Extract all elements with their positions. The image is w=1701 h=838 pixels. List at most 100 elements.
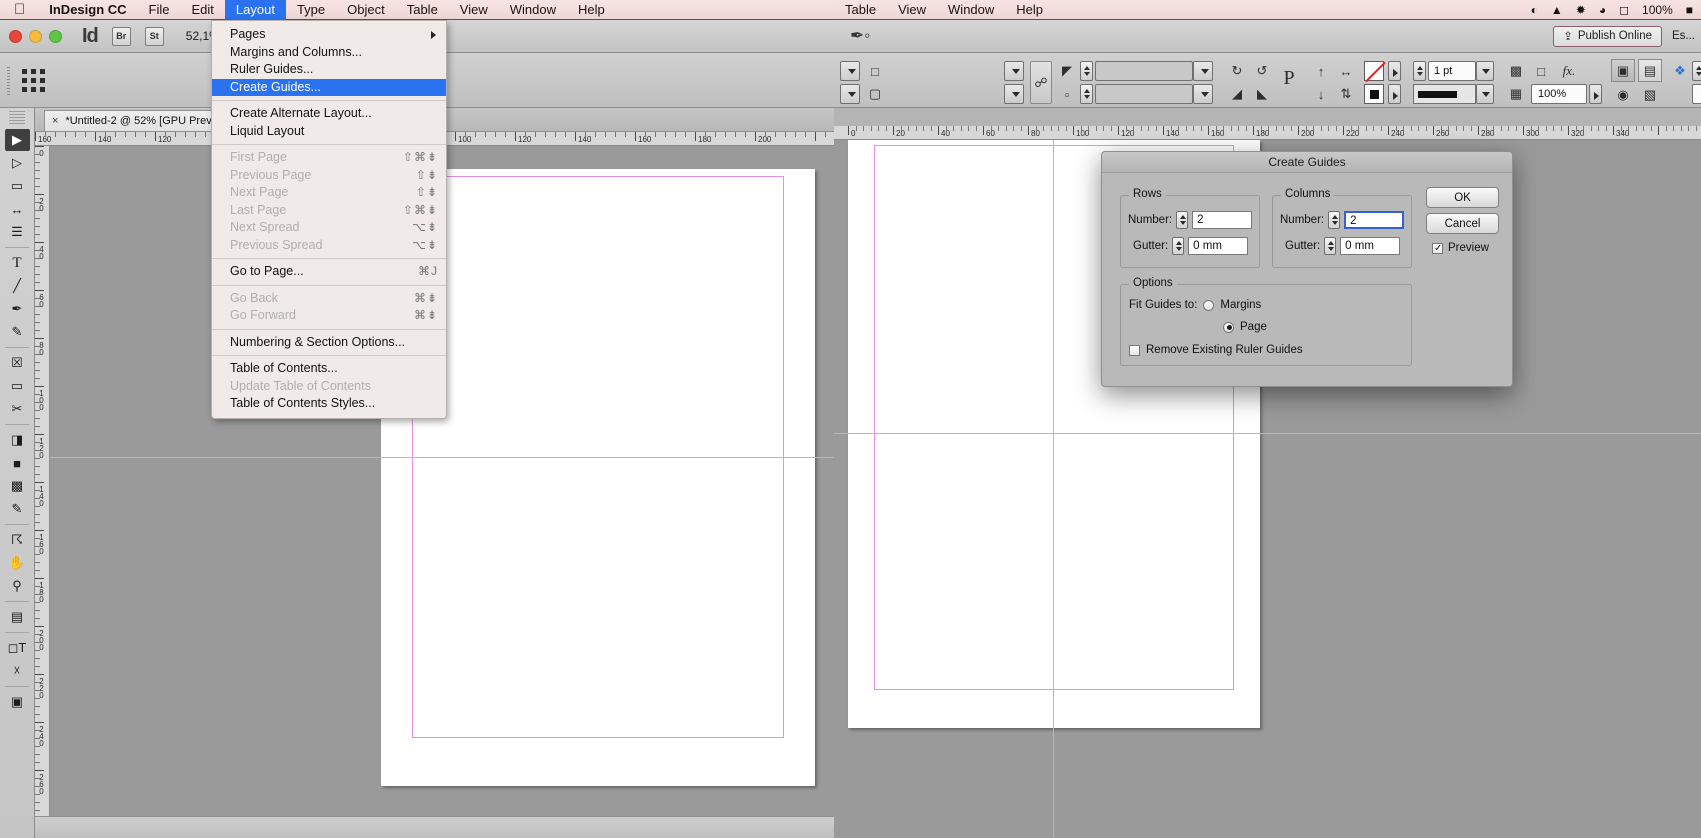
flip-v-icon-right[interactable]: ◣	[1252, 84, 1272, 104]
columns-gutter-input[interactable]: 0 mm	[1340, 237, 1401, 255]
tool-direct-selection[interactable]: ▷	[5, 152, 30, 174]
select-container-icon[interactable]: ❖	[1670, 61, 1690, 81]
create-guides-dialog[interactable]: Create Guides Rows Number: 2 Gutter: 0 m…	[1101, 151, 1513, 387]
tool-frame[interactable]: ☒	[5, 352, 30, 374]
bluetooth-icon[interactable]: ✹	[1576, 3, 1586, 17]
menubar-layout[interactable]: Layout	[224, 0, 286, 20]
preview-row[interactable]: ✓ Preview	[1432, 242, 1489, 254]
menu-item-margins-and-columns[interactable]: Margins and Columns...	[212, 44, 446, 62]
tool-pen[interactable]: ✒	[5, 298, 30, 320]
secondary-field[interactable]	[1692, 84, 1701, 104]
rotate-field[interactable]	[1095, 61, 1193, 81]
tool-gradient-swatch[interactable]: ■	[5, 452, 30, 474]
reference-point-proxy[interactable]	[22, 69, 50, 97]
rows-number-stepper[interactable]	[1176, 211, 1189, 229]
opacity-field[interactable]: 100%	[1531, 84, 1587, 104]
menu-item-table-of-contents-styles[interactable]: Table of Contents Styles...	[212, 395, 446, 413]
fill-dropdown-right[interactable]	[1388, 84, 1401, 104]
rotate-ccw-icon-right[interactable]: ↻	[1227, 61, 1247, 81]
menu-item-liquid-layout[interactable]: Liquid Layout	[212, 123, 446, 141]
menu-item-ruler-guides[interactable]: Ruler Guides...	[212, 61, 446, 79]
shear-dropdown-1[interactable]	[1004, 61, 1024, 81]
stroke-style-preview-right[interactable]	[1413, 84, 1476, 104]
close-tab-icon[interactable]: ×	[52, 115, 58, 127]
publish-online-button[interactable]: ⇪ Publish Online	[1553, 25, 1662, 47]
bridge-button[interactable]: Br	[111, 26, 131, 46]
ruler-guide-horizontal-left[interactable]	[50, 457, 834, 458]
menubar2-help[interactable]: Help	[1005, 0, 1054, 20]
menu-item-create-guides[interactable]: Create Guides...	[212, 78, 446, 96]
ruler-guide-horizontal-right[interactable]	[834, 433, 1701, 434]
menu-item-pages[interactable]: Pages	[212, 26, 446, 44]
tool-hand[interactable]: ✋	[5, 552, 30, 574]
tool-page[interactable]: ▭	[5, 175, 30, 197]
rows-gutter-stepper[interactable]	[1172, 237, 1185, 255]
align-top-icon-right[interactable]: ↑	[1312, 61, 1330, 81]
workspace-switcher[interactable]: Es...	[1672, 30, 1695, 42]
columns-gutter-stepper[interactable]	[1324, 237, 1337, 255]
text-wrap-icon-1[interactable]: ▣	[1611, 59, 1635, 82]
opacity-dropdown[interactable]	[1589, 84, 1602, 104]
menubar-help[interactable]: Help	[567, 0, 616, 20]
align-bottom-icon-right[interactable]: ↓	[1312, 84, 1330, 104]
text-wrap-icon-3[interactable]: ◉	[1611, 84, 1635, 105]
menubar2-table[interactable]: Table	[834, 0, 887, 20]
drive-icon[interactable]: ▲	[1551, 3, 1563, 17]
tool-rectangle[interactable]: ▭	[5, 375, 30, 397]
airplay-icon[interactable]: ◻	[1619, 3, 1629, 17]
tool-content-collector[interactable]: ☰	[5, 221, 30, 243]
maximize-window-button[interactable]	[49, 29, 62, 43]
shear-dropdown-2[interactable]	[1004, 84, 1024, 104]
corner-options-icon[interactable]: □	[866, 61, 884, 81]
tool-line[interactable]: ╱	[5, 275, 30, 297]
r-dropdown-1[interactable]	[840, 61, 860, 81]
stroke-none-swatch-right[interactable]	[1364, 61, 1384, 81]
drop-shadow-icon[interactable]: □	[1531, 61, 1551, 81]
text-wrap-icon-4[interactable]: ▧	[1638, 84, 1662, 105]
menubar-app-name[interactable]: InDesign CC	[38, 0, 137, 20]
tool-zoom[interactable]: ⚲	[5, 575, 30, 597]
creative-cloud-icon[interactable]: ◐	[1531, 3, 1538, 17]
menu-item-numbering-section-options[interactable]: Numbering & Section Options...	[212, 334, 446, 352]
toolbox-drag-handle[interactable]	[9, 111, 25, 125]
tool-gap[interactable]: ↔	[5, 198, 30, 220]
stock-button[interactable]: St	[144, 26, 164, 46]
effects-icon[interactable]: ▩	[1506, 61, 1526, 81]
dimension-stepper[interactable]	[1692, 61, 1701, 81]
battery-percent[interactable]: 100%	[1642, 3, 1673, 17]
control-bar-grip[interactable]	[7, 67, 10, 95]
minimize-window-button[interactable]	[29, 29, 42, 43]
menubar-file[interactable]: File	[138, 0, 181, 20]
rotate-cw-icon-right[interactable]: ↺	[1252, 61, 1272, 81]
fit-page-radio[interactable]	[1223, 321, 1234, 333]
tool-type[interactable]: T	[5, 252, 30, 274]
window-controls[interactable]	[9, 29, 62, 43]
cancel-button[interactable]: Cancel	[1426, 213, 1499, 234]
stroke-weight-dropdown-right[interactable]	[1476, 61, 1494, 81]
menubar-view[interactable]: View	[449, 0, 499, 20]
menubar2-window[interactable]: Window	[937, 0, 1005, 20]
stroke-weight-field-right[interactable]: 1 pt	[1428, 61, 1476, 81]
rows-number-input[interactable]: 2	[1192, 211, 1253, 229]
fx-icon[interactable]: fx.	[1556, 61, 1582, 81]
stroke-weight-stepper-right[interactable]	[1413, 61, 1426, 81]
rotate-stepper[interactable]	[1080, 61, 1093, 81]
menubar2-view[interactable]: View	[887, 0, 937, 20]
tool-pencil[interactable]: ✎	[5, 321, 30, 343]
horizontal-ruler-right[interactable]: 0 20 40 60 80 100 120 140 160 180 200 220 240 260 280 3…	[834, 126, 1701, 140]
rows-gutter-input[interactable]: 0 mm	[1188, 237, 1249, 255]
r-dropdown-2[interactable]	[840, 84, 860, 104]
battery-icon[interactable]: ■	[1686, 3, 1693, 17]
vertical-ruler-left[interactable]: 020406080100120140160180200220240260280	[35, 146, 50, 816]
layout-dropdown-menu[interactable]: Pages Margins and Columns... Ruler Guides.…	[211, 20, 447, 419]
tool-gradient-feather[interactable]: ▩	[5, 475, 30, 497]
menu-item-create-alternate-layout[interactable]: Create Alternate Layout...	[212, 105, 446, 123]
menubar-object[interactable]: Object	[336, 0, 396, 20]
menu-item-go-to-page[interactable]: Go to Page... ⌘J	[212, 263, 446, 281]
preview-checkbox[interactable]: ✓	[1432, 242, 1443, 254]
frame-type-toggle[interactable]: ◻T	[5, 637, 30, 659]
corner-options-icon-2[interactable]: ▢	[866, 84, 884, 104]
fill-swatch-right[interactable]	[1364, 84, 1384, 104]
stroke-style-dropdown-right[interactable]	[1476, 84, 1494, 104]
tool-color-theme[interactable]: ☈	[5, 529, 30, 551]
